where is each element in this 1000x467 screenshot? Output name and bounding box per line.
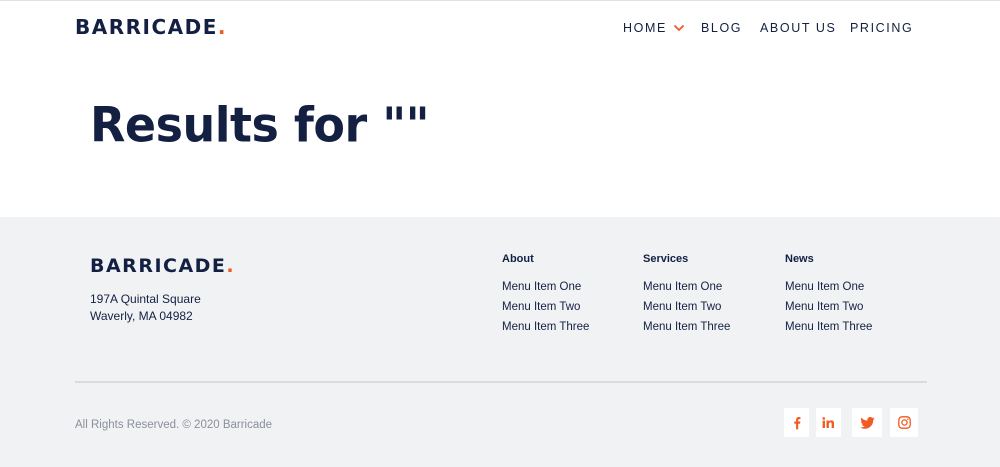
column-heading: Services bbox=[643, 253, 689, 265]
footer-column-services: Services Menu Item One Menu Item Two Men… bbox=[643, 252, 730, 340]
footer-logo-text: BARRICADE bbox=[90, 255, 227, 277]
footer-link[interactable]: Menu Item Two bbox=[643, 300, 730, 320]
column-heading: News bbox=[785, 253, 814, 265]
footer-link[interactable]: Menu Item Three bbox=[785, 320, 872, 340]
nav-about-label: ABOUT US bbox=[760, 21, 837, 35]
main-nav: HOME BLOG ABOUT US PRICING bbox=[623, 18, 913, 38]
footer-link[interactable]: Menu Item Three bbox=[502, 320, 589, 340]
footer-link[interactable]: Menu Item One bbox=[502, 280, 589, 300]
instagram-button[interactable] bbox=[890, 408, 918, 437]
footer-link[interactable]: Menu Item Two bbox=[502, 300, 589, 320]
facebook-button[interactable] bbox=[784, 408, 809, 437]
nav-item-about-us[interactable]: ABOUT US bbox=[760, 18, 850, 38]
instagram-icon bbox=[897, 416, 911, 429]
facebook-icon bbox=[793, 416, 800, 429]
footer-link[interactable]: Menu Item One bbox=[643, 280, 730, 300]
chevron-down-icon[interactable] bbox=[673, 23, 685, 33]
site-footer: BARRICADE. 197A Quintal Square Waverly, … bbox=[0, 217, 1000, 467]
nav-pricing-label: PRICING bbox=[850, 21, 914, 35]
nav-home-label: HOME bbox=[623, 21, 667, 35]
footer-divider bbox=[75, 381, 927, 383]
column-heading: About bbox=[502, 253, 534, 265]
linkedin-button[interactable] bbox=[816, 408, 841, 437]
address-line-2: Waverly, MA 04982 bbox=[90, 309, 193, 323]
footer-column-news: News Menu Item One Menu Item Two Menu It… bbox=[785, 252, 872, 340]
logo-text: BARRICADE bbox=[75, 15, 218, 39]
logo-dot: . bbox=[217, 15, 227, 39]
nav-item-pricing[interactable]: PRICING bbox=[850, 18, 913, 38]
nav-item-home[interactable]: HOME bbox=[623, 18, 701, 38]
footer-logo-dot: . bbox=[226, 255, 236, 277]
header-logo[interactable]: BARRICADE. bbox=[75, 13, 227, 41]
address-line-1: 197A Quintal Square bbox=[90, 292, 201, 306]
nav-item-blog[interactable]: BLOG bbox=[701, 18, 760, 38]
page-title: Results for "" bbox=[90, 96, 430, 153]
footer-link[interactable]: Menu Item Two bbox=[785, 300, 872, 320]
top-border bbox=[0, 0, 1000, 1]
footer-column-about: About Menu Item One Menu Item Two Menu I… bbox=[502, 252, 589, 340]
nav-blog-label: BLOG bbox=[701, 21, 743, 35]
linkedin-icon bbox=[822, 417, 834, 428]
copyright-text: All Rights Reserved. © 2020 Barricade bbox=[75, 419, 273, 431]
address: 197A Quintal Square Waverly, MA 04982 bbox=[90, 291, 201, 325]
twitter-icon bbox=[859, 416, 875, 429]
twitter-button[interactable] bbox=[852, 408, 882, 437]
footer-link[interactable]: Menu Item Three bbox=[643, 320, 730, 340]
footer-link[interactable]: Menu Item One bbox=[785, 280, 872, 300]
footer-logo[interactable]: BARRICADE. bbox=[90, 253, 235, 279]
